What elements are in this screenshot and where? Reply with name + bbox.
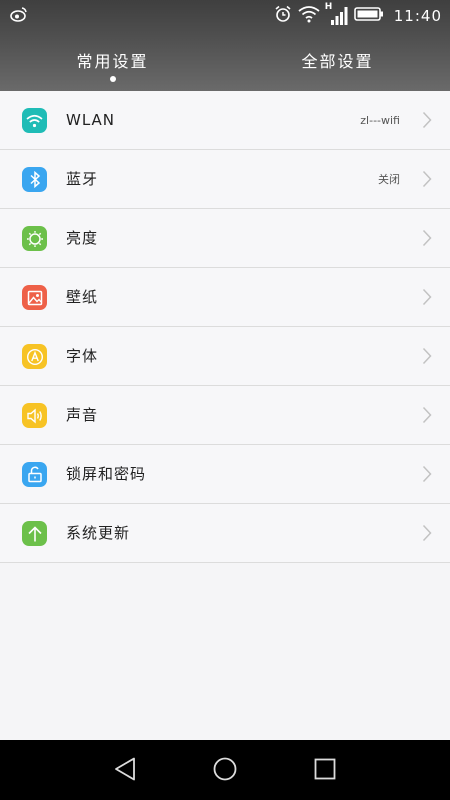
tab-label: 全部设置 [301, 51, 374, 71]
status-time: 11:40 [393, 7, 442, 25]
sound-icon [22, 403, 47, 428]
lock-icon [22, 462, 47, 487]
bluetooth-icon [22, 167, 47, 192]
setting-value: zl---wifi [360, 114, 400, 127]
setting-brightness[interactable]: 亮度 [0, 209, 450, 268]
wifi-icon [22, 108, 47, 133]
tab-selected-indicator [109, 76, 116, 82]
setting-wallpaper[interactable]: 壁纸 [0, 268, 450, 327]
setting-lockscreen-password[interactable]: 锁屏和密码 [0, 445, 450, 504]
setting-label: 亮度 [66, 229, 99, 247]
setting-font[interactable]: 字体 [0, 327, 450, 386]
setting-label: 锁屏和密码 [66, 465, 147, 483]
chevron-right-icon [422, 288, 432, 310]
setting-wlan[interactable]: WLAN zl---wifi [0, 91, 450, 150]
weibo-icon [10, 6, 28, 26]
setting-system-update[interactable]: 系统更新 [0, 504, 450, 563]
tab-all-settings[interactable]: 全部设置 [225, 32, 450, 91]
settings-tabs: 常用设置 全部设置 [0, 32, 450, 91]
top-header: H 11:40 常用设置 全部设置 [0, 0, 450, 91]
tab-label: 常用设置 [76, 51, 149, 71]
chevron-right-icon [422, 406, 432, 428]
setting-label: WLAN [66, 111, 116, 129]
setting-sound[interactable]: 声音 [0, 386, 450, 445]
tab-common-settings[interactable]: 常用设置 [0, 32, 225, 91]
chevron-right-icon [422, 465, 432, 487]
wallpaper-icon [22, 285, 47, 310]
chevron-right-icon [422, 229, 432, 251]
battery-icon [353, 6, 384, 26]
setting-label: 字体 [66, 347, 99, 365]
status-bar: H 11:40 [0, 0, 450, 32]
setting-label: 系统更新 [66, 524, 131, 542]
setting-label: 壁纸 [66, 288, 99, 306]
alarm-icon [274, 5, 292, 27]
setting-value: 关闭 [378, 173, 400, 186]
chevron-right-icon [422, 347, 432, 369]
recent-apps-icon[interactable] [313, 757, 337, 785]
signal-icon: H [325, 2, 348, 27]
navigation-bar [0, 740, 450, 800]
setting-bluetooth[interactable]: 蓝牙 关闭 [0, 150, 450, 209]
chevron-right-icon [422, 170, 432, 192]
back-icon[interactable] [113, 756, 137, 786]
update-icon [22, 521, 47, 546]
chevron-right-icon [422, 524, 432, 546]
wifi-icon [298, 5, 320, 27]
font-icon [22, 344, 47, 369]
settings-list: WLAN zl---wifi 蓝牙 关闭 亮度 壁纸 字体 声音 锁屏和密码 系… [0, 91, 450, 563]
chevron-right-icon [422, 111, 432, 133]
home-icon[interactable] [212, 756, 238, 786]
setting-label: 声音 [66, 406, 99, 424]
setting-label: 蓝牙 [66, 170, 99, 188]
brightness-icon [22, 226, 47, 251]
